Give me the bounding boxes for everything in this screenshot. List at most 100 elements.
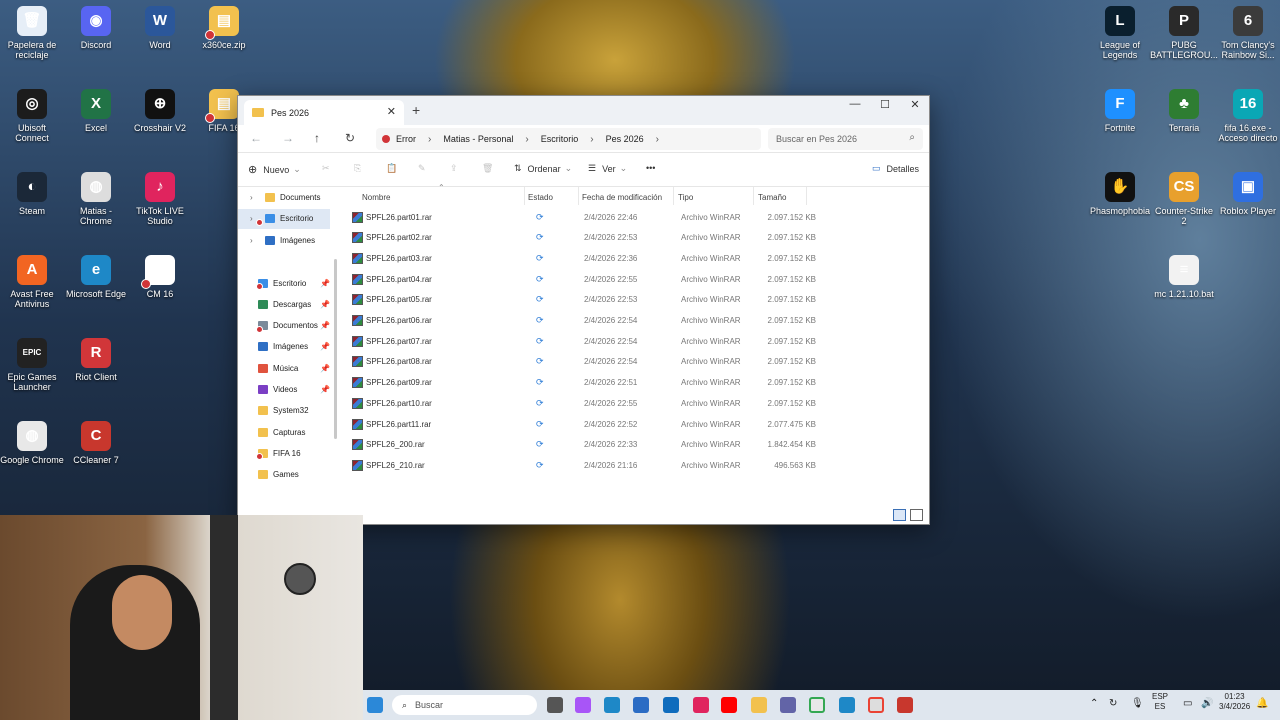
breadcrumb-part[interactable]: Pes 2026 [606, 134, 644, 144]
table-row[interactable]: SPFL26.part04.rar ⟳ 2/4/2026 22:55 Archivo … [352, 269, 822, 289]
copilot-icon[interactable] [575, 697, 591, 713]
desktop-icon[interactable]: EPIC Epic Games Launcher [0, 332, 64, 410]
close-tab-icon[interactable]: ✕ [387, 105, 396, 118]
forward-arrow-icon[interactable]: → [282, 131, 294, 145]
desktop-icon[interactable]: ◐ Steam [0, 166, 64, 244]
tab-pes-2026[interactable]: Pes 2026 ✕ [244, 100, 404, 125]
desktop-icon[interactable]: ♪ TikTok LIVE Studio [128, 166, 192, 244]
desktop-icon[interactable]: ◎ Ubisoft Connect [0, 83, 64, 161]
microphone-icon[interactable]: 🎙 [1131, 698, 1144, 709]
table-row[interactable]: SPFL26.part06.rar ⟳ 2/4/2026 22:54 Archivo … [352, 311, 822, 331]
nav-item[interactable]: Documentos 📌 [238, 316, 330, 336]
start-icon[interactable] [367, 697, 383, 713]
clock[interactable]: 01:23 3/4/2026 [1219, 692, 1250, 712]
notifications-icon[interactable]: 🔔 [1256, 698, 1268, 709]
column-header-name[interactable]: Nombre [362, 193, 390, 202]
table-row[interactable]: SPFL26.part07.rar ⟳ 2/4/2026 22:54 Archivo … [352, 331, 822, 351]
volume-icon[interactable]: 🔊 [1201, 698, 1213, 709]
delete-icon[interactable]: 🗑 [482, 163, 493, 174]
details-button[interactable]: ▭ Detalles [872, 163, 919, 174]
file-explorer-icon[interactable] [751, 697, 767, 713]
new-button[interactable]: ⊕ Nuevo ⌄ [248, 163, 301, 176]
column-header-type[interactable]: Tipo [678, 193, 693, 202]
column-header-size[interactable]: Tamaño [758, 193, 786, 202]
desktop-icon[interactable]: ▣ Roblox Player [1216, 166, 1280, 244]
desktop-icon[interactable]: ◍ Matias - Chrome [64, 166, 128, 244]
language-indicator[interactable]: ESP ES [1152, 692, 1168, 712]
table-row[interactable]: SPFL26.part10.rar ⟳ 2/4/2026 22:55 Archivo … [352, 393, 822, 413]
table-row[interactable]: SPFL26.part01.rar ⟳ 2/4/2026 22:46 Archivo … [352, 207, 822, 227]
table-row[interactable]: SPFL26_210.rar ⟳ 2/4/2026 21:16 Archivo Win… [352, 455, 822, 475]
desktop-icon[interactable]: CS Counter-Strike 2 [1152, 166, 1216, 244]
nav-item[interactable]: Escritorio 📌 [238, 273, 330, 293]
desktop-icon[interactable]: e Microsoft Edge [64, 249, 128, 327]
search-input[interactable]: Buscar en Pes 2026 ⌕ [768, 128, 923, 150]
task-view-icon[interactable] [547, 697, 563, 713]
refresh-icon[interactable]: ↻ [345, 131, 355, 145]
details-view-icon[interactable] [893, 509, 906, 521]
tiktok-icon[interactable] [693, 697, 709, 713]
desktop-icon[interactable]: 6 Tom Clancy's Rainbow Si... [1216, 0, 1280, 78]
column-header-state[interactable]: Estado [528, 193, 553, 202]
table-row[interactable]: SPFL26_200.rar ⟳ 2/4/2026 22:33 Archivo Win… [352, 435, 822, 455]
column-divider[interactable] [753, 187, 754, 205]
nav-item[interactable]: Capturas [238, 422, 330, 442]
nav-item[interactable]: › Escritorio [238, 208, 330, 229]
table-row[interactable]: SPFL26.part08.rar ⟳ 2/4/2026 22:54 Archivo … [352, 352, 822, 372]
table-row[interactable]: SPFL26.part02.rar ⟳ 2/4/2026 22:53 Archivo … [352, 228, 822, 248]
onedrive-sync-icon[interactable]: ↻ [1109, 698, 1117, 709]
table-row[interactable]: SPFL26.part03.rar ⟳ 2/4/2026 22:36 Archivo … [352, 248, 822, 268]
desktop-icon[interactable]: 🗑 Papelera de reciclaje [0, 0, 64, 78]
desktop-icon[interactable]: F Fortnite [1088, 83, 1152, 161]
desktop-icon[interactable]: P PUBG BATTLEGROU... [1150, 0, 1218, 78]
desktop-icon[interactable]: A Avast Free Antivirus [0, 249, 64, 327]
desktop-icon[interactable]: ♣ Terraria [1152, 83, 1216, 161]
desktop-icon[interactable]: ✋ Phasmophobia [1088, 166, 1152, 244]
column-divider[interactable] [578, 187, 579, 205]
rename-icon[interactable]: ✎ [418, 163, 426, 174]
teams-icon[interactable] [780, 697, 796, 713]
breadcrumb-part[interactable]: Matias - Personal [443, 134, 513, 144]
desktop-icon[interactable]: CM 16 [128, 249, 192, 327]
chrome-profile-icon[interactable] [868, 697, 884, 713]
nav-item[interactable]: System32 [238, 401, 330, 421]
desktop-icon[interactable]: ◉ Discord [64, 0, 128, 78]
nav-item[interactable]: › Imágenes [238, 230, 330, 250]
up-arrow-icon[interactable]: ↑ [314, 131, 320, 145]
youtube-icon[interactable] [721, 697, 737, 713]
edge-icon[interactable] [604, 697, 620, 713]
desktop-icon[interactable]: ▤ x360ce.zip [192, 0, 256, 78]
column-divider[interactable] [524, 187, 525, 205]
nav-item[interactable]: Descargas 📌 [238, 294, 330, 314]
chevron-right-icon[interactable]: › [250, 214, 253, 223]
table-row[interactable]: SPFL26.part05.rar ⟳ 2/4/2026 22:53 Archivo … [352, 290, 822, 310]
desktop-icon[interactable]: L League of Legends [1088, 0, 1152, 78]
column-header-date[interactable]: Fecha de modificación [582, 193, 662, 202]
cut-icon[interactable]: ✂ [322, 163, 330, 174]
nav-item[interactable]: Música 📌 [238, 358, 330, 378]
nav-item[interactable]: Games [238, 465, 330, 485]
back-arrow-icon[interactable]: ← [250, 131, 262, 145]
view-button[interactable]: ☰ Ver ⌄ [588, 163, 627, 174]
more-options-button[interactable]: ••• [646, 163, 655, 173]
nav-item[interactable]: Videos 📌 [238, 380, 330, 400]
outlook-icon[interactable] [663, 697, 679, 713]
desktop-icon[interactable]: W Word [128, 0, 192, 78]
desktop-icon[interactable]: C CCleaner 7 [64, 415, 128, 493]
sort-button[interactable]: ⇅ Ordenar ⌄ [514, 163, 572, 174]
store-icon[interactable] [633, 697, 649, 713]
share-icon[interactable]: ⇪ [450, 163, 458, 174]
breadcrumb-part[interactable]: Escritorio [541, 134, 579, 144]
column-divider[interactable] [673, 187, 674, 205]
table-row[interactable]: SPFL26.part09.rar ⟳ 2/4/2026 22:51 Archivo … [352, 373, 822, 393]
chevron-up-icon[interactable]: ⌃ [1090, 698, 1098, 709]
ccleaner-icon[interactable] [897, 697, 913, 713]
chrome-icon[interactable] [809, 697, 825, 713]
desktop-icon[interactable]: R Riot Client [64, 332, 128, 410]
desktop-icon[interactable]: ⊕ Crosshair V2 [128, 83, 192, 161]
taskbar-search-input[interactable]: ⌕ Buscar [392, 695, 537, 715]
minimize-button[interactable]: — [840, 98, 870, 110]
breadcrumb-status[interactable]: Error [396, 134, 416, 144]
breadcrumb[interactable]: Error › Matias - Personal › Escritorio ›… [376, 128, 761, 150]
nav-item[interactable]: Imágenes 📌 [238, 337, 330, 357]
